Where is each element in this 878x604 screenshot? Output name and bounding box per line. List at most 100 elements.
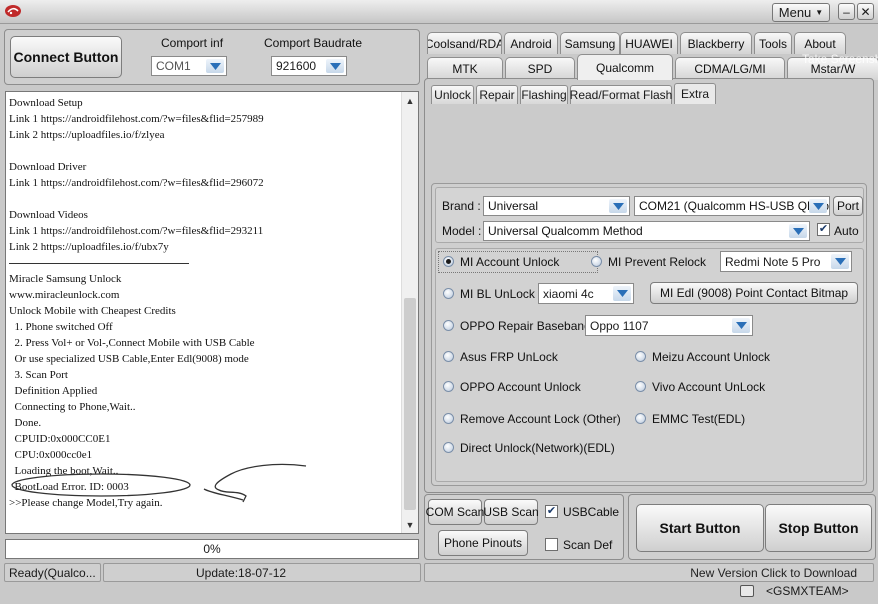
comport-label: Comport inf: [161, 36, 224, 50]
stop-button[interactable]: Stop Button: [765, 504, 872, 552]
dropdown-arrow-icon: [326, 59, 344, 73]
usb-scan-button[interactable]: USB Scan: [483, 499, 539, 525]
tab-huawei[interactable]: HUAWEI: [620, 32, 678, 54]
device-group: Brand : Universal COM21 (Qualcomm HS-USB…: [435, 187, 864, 243]
tab-qualcomm[interactable]: Qualcomm: [577, 54, 673, 80]
direct-unlock-label[interactable]: Direct Unlock(Network)(EDL): [460, 441, 615, 455]
vivo-account-unlock-label[interactable]: Vivo Account UnLock: [652, 380, 765, 394]
radio-mi-bl-unlock[interactable]: [443, 288, 454, 299]
start-button[interactable]: Start Button: [636, 504, 764, 552]
team-icon: [740, 585, 754, 597]
console-scrollbar[interactable]: ▲ ▼: [401, 92, 418, 533]
baudrate-label: Comport Baudrate: [264, 36, 363, 50]
radio-direct-unlock[interactable]: [443, 442, 454, 453]
oppo-model-select[interactable]: Oppo 1107: [585, 315, 753, 336]
progress-text: 0%: [203, 542, 221, 556]
minimize-button[interactable]: –: [838, 3, 855, 20]
tab-about[interactable]: About: [794, 32, 846, 54]
qualcomm-panel: Unlock Repair Flashing Read/Format Flash Ext…: [424, 78, 874, 493]
auto-checkbox[interactable]: ✔: [817, 223, 830, 236]
close-icon: ✕: [860, 4, 871, 19]
subtab-flashing[interactable]: Flashing: [520, 85, 568, 104]
dropdown-arrow-icon: [613, 286, 631, 301]
options-group: MI Account Unlock MI Prevent Relock Redm…: [435, 248, 864, 482]
checkmark-icon: ✔: [546, 505, 557, 517]
brand-label: Brand :: [442, 199, 481, 213]
radio-mi-prevent-relock[interactable]: [591, 256, 602, 267]
close-button[interactable]: ✕: [857, 3, 874, 20]
tab-blackberry[interactable]: Blackberry: [680, 32, 752, 54]
subtab-repair[interactable]: Repair: [476, 85, 518, 104]
title-bar: Menu ▼ – ✕: [0, 0, 878, 24]
com-scan-button[interactable]: COM Scan: [426, 499, 484, 525]
minimize-icon: –: [843, 4, 850, 19]
status-ready: Ready(Qualco...: [4, 563, 101, 582]
radio-asus-frp-unlock[interactable]: [443, 351, 454, 362]
tab-spd[interactable]: SPD: [505, 57, 575, 80]
dropdown-arrow-icon: [732, 318, 750, 333]
oppo-account-unlock-label[interactable]: OPPO Account Unlock: [460, 380, 581, 394]
dropdown-arrow-icon: [609, 199, 627, 213]
oppo-model-value: Oppo 1107: [590, 318, 649, 333]
scroll-up-icon[interactable]: ▲: [402, 92, 418, 109]
usbcable-checkbox[interactable]: ✔: [545, 505, 558, 518]
checkmark-icon: ✔: [818, 223, 829, 235]
tab-tools[interactable]: Tools: [754, 32, 792, 54]
tab-mtk[interactable]: MTK: [427, 57, 503, 80]
radio-vivo-account-unlock[interactable]: [635, 381, 646, 392]
dropdown-arrow-icon: [789, 224, 807, 238]
tab-coolsand-rda[interactable]: Coolsand/RDA: [427, 32, 502, 54]
dropdown-arrow-icon: [206, 59, 224, 73]
main-tabs: Coolsand/RDA Android Samsung HUAWEI Blackber…: [424, 30, 878, 80]
connection-panel: Connect Button Comport inf COM1 Comport …: [4, 29, 420, 85]
phone-pinouts-button[interactable]: Phone Pinouts: [438, 530, 528, 556]
brand-select[interactable]: Universal: [483, 196, 630, 216]
port-value: COM21 (Qualcomm HS-USB QDLoa: [639, 199, 829, 213]
progress-bar: 0%: [5, 539, 419, 559]
scan-def-label: Scan Def: [563, 538, 613, 552]
asus-frp-unlock-label[interactable]: Asus FRP UnLock: [460, 350, 558, 364]
new-version-link[interactable]: New Version Click to Download: [424, 563, 874, 582]
baudrate-select[interactable]: 921600: [271, 56, 347, 76]
tab-android[interactable]: Android: [504, 32, 558, 54]
log-console[interactable]: Download Setup Link 1 https://androidfile…: [5, 91, 419, 534]
remove-account-lock-label[interactable]: Remove Account Lock (Other): [460, 412, 621, 426]
scroll-down-icon[interactable]: ▼: [402, 516, 418, 533]
handwritten-annotation: [11, 463, 307, 503]
model-select[interactable]: Universal Qualcomm Method: [483, 221, 810, 241]
port-button[interactable]: Port: [833, 196, 863, 216]
chevron-down-icon: ▼: [815, 8, 824, 17]
subtab-extra[interactable]: Extra: [674, 83, 716, 104]
auto-label: Auto: [834, 224, 859, 238]
mi-prevent-relock-label[interactable]: MI Prevent Relock: [608, 255, 706, 269]
mi-account-unlock-label[interactable]: MI Account Unlock: [460, 255, 559, 269]
redmi-model-select[interactable]: Redmi Note 5 Pro: [720, 251, 852, 272]
team-label: <GSMXTEAM>: [766, 584, 849, 598]
radio-meizu-account-unlock[interactable]: [635, 351, 646, 362]
connect-button[interactable]: Connect Button: [10, 36, 122, 78]
comport-select[interactable]: COM1: [151, 56, 227, 76]
menu-button[interactable]: Menu ▼: [772, 3, 830, 22]
tab-samsung[interactable]: Samsung: [560, 32, 620, 54]
mi-edl-bitmap-button[interactable]: MI Edl (9008) Point Contact Bitmap: [650, 282, 858, 304]
port-select[interactable]: COM21 (Qualcomm HS-USB QDLoa: [634, 196, 830, 216]
usbcable-label: USBCable: [563, 505, 620, 519]
radio-oppo-repair-baseband[interactable]: [443, 320, 454, 331]
scan-def-checkbox[interactable]: [545, 538, 558, 551]
subtab-read-format-flash[interactable]: Read/Format Flash: [570, 85, 672, 104]
tab-cdma-lg-mi[interactable]: CDMA/LG/MI: [675, 57, 785, 80]
subtab-unlock[interactable]: Unlock: [431, 85, 474, 104]
oppo-repair-baseband-label[interactable]: OPPO Repair Baseband: [460, 319, 591, 333]
radio-mi-account-unlock[interactable]: [443, 256, 454, 267]
xiaomi-model-select[interactable]: xiaomi 4c: [538, 283, 634, 304]
radio-oppo-account-unlock[interactable]: [443, 381, 454, 392]
radio-emmc-test[interactable]: [635, 413, 646, 424]
radio-remove-account-lock[interactable]: [443, 413, 454, 424]
meizu-account-unlock-label[interactable]: Meizu Account Unlock: [652, 350, 770, 364]
menu-label: Menu: [778, 5, 812, 20]
emmc-test-label[interactable]: EMMC Test(EDL): [652, 412, 745, 426]
model-value: Universal Qualcomm Method: [488, 224, 643, 238]
scroll-thumb[interactable]: [404, 298, 416, 510]
watermark-text: Take Screensho: [802, 52, 878, 66]
mi-bl-unlock-label[interactable]: MI BL UnLock: [460, 287, 535, 301]
